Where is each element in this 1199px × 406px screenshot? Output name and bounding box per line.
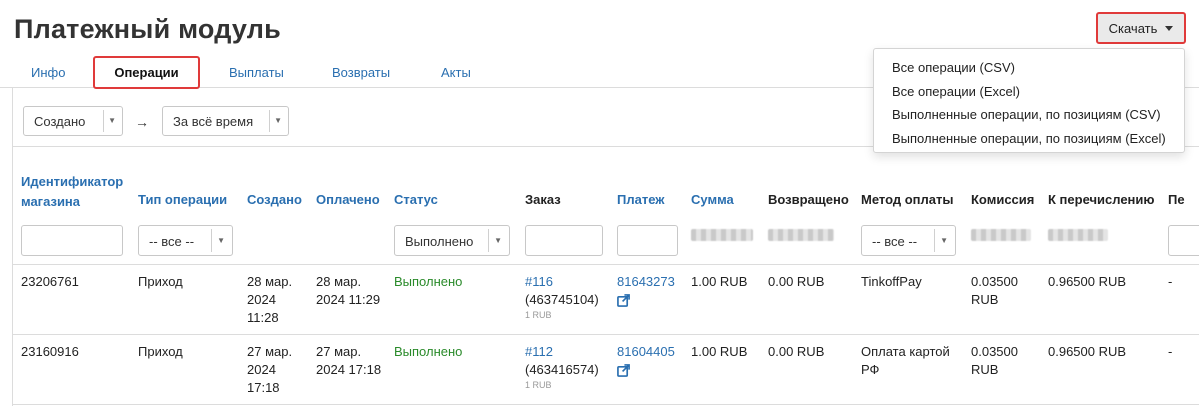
- cell-created: 27 мар. 2024 17:18: [247, 344, 293, 395]
- header-payment[interactable]: Платеж: [617, 190, 664, 210]
- cell-status: Выполнено: [394, 344, 463, 359]
- menu-item-all-csv[interactable]: Все операции (CSV): [874, 56, 1184, 80]
- next-filter-input[interactable]: [1168, 225, 1199, 256]
- payment-link[interactable]: 81643273: [617, 273, 675, 291]
- method-filter-select[interactable]: -- все -- ▼: [861, 225, 956, 256]
- blurred-commission-filter: [971, 229, 1031, 241]
- download-button[interactable]: Скачать: [1096, 12, 1186, 44]
- cell-status: Выполнено: [394, 274, 463, 289]
- cell-paid: 27 мар. 2024 17:18: [316, 344, 382, 377]
- cell-commission: 0.03500 RUB: [971, 344, 1018, 377]
- cell-payout: 0.96500 RUB: [1048, 344, 1127, 359]
- header-method: Метод оплаты: [861, 192, 954, 207]
- cell-next: -: [1168, 274, 1173, 289]
- cell-created: 28 мар. 2024 11:28: [247, 274, 293, 325]
- page-title: Платежный модуль: [14, 14, 281, 44]
- cell-order: #116 (463745104) 1 RUB: [525, 273, 599, 320]
- row-divider: [12, 264, 1199, 265]
- arrow-right-icon: →: [135, 114, 149, 130]
- header-commission: Комиссия: [971, 192, 1035, 207]
- row-divider: [12, 334, 1199, 335]
- payment-filter-input[interactable]: [617, 225, 678, 256]
- cell-payment: 81643273: [617, 273, 675, 312]
- cell-op-type: Приход: [138, 344, 183, 359]
- external-link-icon[interactable]: [617, 364, 630, 377]
- tab-operations[interactable]: Операции: [93, 56, 200, 89]
- header-next: Пе: [1168, 192, 1185, 207]
- tab-payouts[interactable]: Выплаты: [229, 58, 284, 88]
- date-field-value: Создано: [34, 114, 86, 129]
- period-select[interactable]: За всё время ▼: [162, 106, 289, 136]
- header-payout: К перечислению: [1048, 192, 1155, 207]
- tab-info[interactable]: Инфо: [31, 58, 65, 88]
- header-created[interactable]: Создано: [247, 190, 302, 210]
- cell-next: -: [1168, 344, 1173, 359]
- header-amount[interactable]: Сумма: [691, 190, 734, 210]
- shop-id-filter-input[interactable]: [21, 225, 123, 256]
- header-paid[interactable]: Оплачено: [316, 190, 380, 210]
- payment-link[interactable]: 81604405: [617, 343, 675, 361]
- op-type-filter-select[interactable]: -- все -- ▼: [138, 225, 233, 256]
- menu-item-all-excel[interactable]: Все операции (Excel): [874, 80, 1184, 104]
- cell-amount: 1.00 RUB: [691, 344, 748, 359]
- cell-method: Оплата картой РФ: [861, 344, 950, 377]
- download-button-label: Скачать: [1108, 20, 1158, 36]
- dropdown-arrow-icon: ▼: [217, 236, 225, 245]
- order-link[interactable]: #112: [525, 343, 599, 361]
- date-field-select[interactable]: Создано ▼: [23, 106, 123, 136]
- download-menu: Все операции (CSV) Все операции (Excel) …: [873, 48, 1185, 153]
- cell-method: TinkoffPay: [861, 274, 922, 289]
- dropdown-arrow-icon: ▼: [274, 116, 282, 125]
- menu-item-completed-csv[interactable]: Выполненные операции, по позициям (CSV): [874, 103, 1184, 127]
- cell-payout: 0.96500 RUB: [1048, 274, 1127, 289]
- tab-acts[interactable]: Акты: [441, 58, 471, 88]
- header-refunded: Возвращено: [768, 192, 849, 207]
- header-shop-id[interactable]: Идентификатор магазина: [21, 172, 123, 212]
- dropdown-arrow-icon: ▼: [108, 116, 116, 125]
- external-link-icon[interactable]: [617, 294, 630, 307]
- header-order: Заказ: [525, 192, 561, 207]
- menu-item-completed-excel[interactable]: Выполненные операции, по позициям (Excel…: [874, 127, 1184, 151]
- dropdown-arrow-icon: ▼: [940, 236, 948, 245]
- dropdown-arrow-icon: ▼: [494, 236, 502, 245]
- blurred-payout-filter: [1048, 229, 1108, 241]
- row-divider: [12, 404, 1199, 405]
- tab-refunds[interactable]: Возвраты: [332, 58, 390, 88]
- cell-paid: 28 мар. 2024 11:29: [316, 274, 381, 307]
- cell-amount: 1.00 RUB: [691, 274, 748, 289]
- cell-order: #112 (463416574) 1 RUB: [525, 343, 599, 390]
- cell-commission: 0.03500 RUB: [971, 274, 1018, 307]
- order-filter-input[interactable]: [525, 225, 603, 256]
- status-filter-select[interactable]: Выполнено ▼: [394, 225, 510, 256]
- cell-refunded: 0.00 RUB: [768, 344, 825, 359]
- cell-op-type: Приход: [138, 274, 183, 289]
- cell-shop-id: 23206761: [21, 274, 79, 289]
- caret-down-icon: [1165, 25, 1174, 31]
- cell-shop-id: 23160916: [21, 344, 79, 359]
- order-link[interactable]: #116: [525, 273, 599, 291]
- header-op-type[interactable]: Тип операции: [138, 190, 227, 210]
- cell-payment: 81604405: [617, 343, 675, 382]
- blurred-refunded-filter: [768, 229, 834, 241]
- blurred-amount-filter: [691, 229, 753, 241]
- cell-refunded: 0.00 RUB: [768, 274, 825, 289]
- period-value: За всё время: [173, 114, 254, 129]
- header-status[interactable]: Статус: [394, 190, 438, 210]
